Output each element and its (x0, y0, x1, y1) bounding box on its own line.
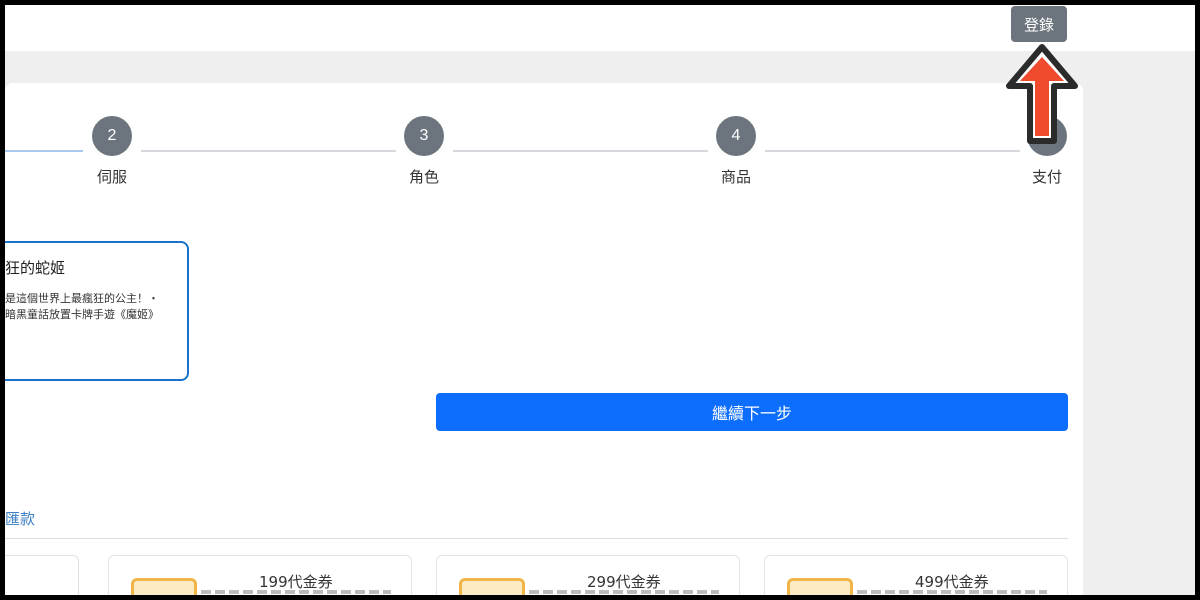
voucher-card[interactable]: 299代金券 (436, 555, 740, 595)
step-circle-product[interactable]: 4 (716, 116, 756, 156)
login-button[interactable]: 登錄 (1011, 6, 1067, 42)
step-connector-2 (141, 150, 396, 152)
voucher-title: 299代金券 (587, 573, 661, 591)
voucher-subtitle (857, 590, 1047, 594)
step-connector-3 (453, 150, 708, 152)
step-connector-4 (765, 150, 1020, 152)
step-circle-character[interactable]: 3 (404, 116, 444, 156)
voucher-image (131, 578, 197, 595)
browser-viewport: 登錄 2 伺服 3 角色 4 商品 支付 狂的蛇姬 是這個世界上最瘋狂的公主！・… (5, 5, 1195, 595)
step-label-product: 商品 (720, 168, 751, 186)
step-label-server: 伺服 (96, 168, 127, 186)
step-circle-server[interactable]: 2 (92, 116, 132, 156)
step-label-payment: 支付 (1031, 168, 1062, 186)
voucher-subtitle (201, 590, 391, 594)
voucher-card-partial[interactable] (5, 555, 79, 595)
voucher-card[interactable]: 199代金券 (108, 555, 412, 595)
voucher-title: 199代金券 (259, 573, 333, 591)
step-label-character: 角色 (408, 168, 439, 186)
payment-method-link[interactable]: 匯款 (5, 508, 35, 529)
voucher-subtitle (529, 590, 719, 594)
voucher-title: 499代金券 (915, 573, 989, 591)
voucher-image (787, 578, 853, 595)
arrow-up-icon (1006, 44, 1078, 144)
next-step-button[interactable]: 繼續下一步 (436, 393, 1068, 431)
voucher-image (459, 578, 525, 595)
section-divider (5, 538, 1068, 539)
voucher-card[interactable]: 499代金券 (764, 555, 1068, 595)
step-connector-1 (5, 150, 83, 152)
game-description: 是這個世界上最瘋狂的公主！・暗黑童話放置卡牌手遊《魔姬》 (5, 292, 159, 321)
game-title: 狂的蛇姬 (5, 259, 66, 277)
